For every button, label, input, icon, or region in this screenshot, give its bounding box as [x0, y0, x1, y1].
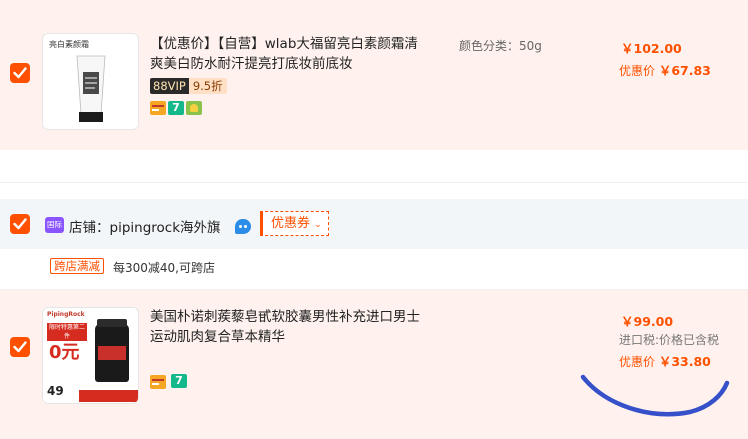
item1-checkbox[interactable] [10, 63, 30, 83]
item1-spec[interactable]: 颜色分类：50g [459, 37, 542, 54]
item2-title[interactable]: 美国朴诺刺蒺藜皂甙软胶囊男性补充进口男士运动肌肉复合草本精华 [150, 307, 420, 347]
item1-price: ￥102.00 [621, 41, 682, 56]
check-icon [13, 67, 27, 79]
item2-thumb-big: 0元 [49, 342, 80, 363]
check-icon [13, 218, 27, 230]
global-store-badge: 国际 [47, 220, 62, 229]
global-store-icon: 国际 [45, 217, 64, 233]
store-name[interactable]: 店铺：pipingrock海外旗 [69, 216, 221, 236]
wangwang-chat-icon[interactable] [235, 219, 251, 234]
item2-thumbnail[interactable]: PipingRock 限时特惠第二件 0元 49 [42, 307, 139, 404]
item2-tax-note: 进口税:价格已含税 [619, 333, 720, 347]
vip-discount-badge: 88VIP 9.5折 [150, 78, 227, 94]
item1-promo-price: ￥67.83 [658, 63, 711, 78]
vip-label: 88VIP [150, 78, 189, 94]
chevron-down-icon: ⌄ [314, 220, 322, 230]
store-checkbox[interactable] [10, 214, 30, 234]
item2-price: ￥99.00 [621, 314, 674, 329]
seven-day-return-icon: 7 [168, 101, 184, 115]
android-service-icon [186, 101, 202, 115]
vip-discount: 9.5折 [188, 78, 227, 94]
supplement-bottle-icon [95, 319, 129, 382]
item1-promo-label: 优惠价 [619, 64, 656, 78]
store-coupon-button[interactable]: 优惠券 ⌄ [260, 211, 329, 236]
item1-promo-price-line: 优惠价 ￥67.83 [619, 60, 711, 79]
item2-promo-label: 优惠价 [619, 355, 656, 369]
section-divider [0, 182, 748, 183]
seven-day-return-icon: 7 [171, 374, 187, 388]
item2-thumb-count: 49 [47, 384, 64, 398]
item2-promo-price: ￥33.80 [658, 354, 711, 369]
row-divider [0, 289, 748, 290]
cross-store-promo-text: 每300减40,可跨店 [113, 261, 215, 275]
coupon-label: 优惠券 [271, 216, 311, 231]
card-payment-icon [150, 101, 166, 115]
tube-product-icon [76, 55, 106, 122]
item2-checkbox[interactable] [10, 337, 30, 357]
card-payment-icon [150, 375, 166, 389]
item2-thumb-brand: PipingRock [47, 311, 85, 318]
item1-thumbnail[interactable]: 亮白素颜霜 [42, 33, 139, 130]
item2-thumb-banner [79, 390, 138, 402]
item1-title[interactable]: 【优惠价】【自营】wlab大福留亮白素颜霜清爽美白防水耐汗提亮打底妆前底妆 [150, 34, 420, 74]
check-icon [13, 341, 27, 353]
item2-promo-price-line: 优惠价 ￥33.80 [619, 351, 711, 370]
cross-store-promo-tag: 跨店满减 [50, 258, 104, 274]
